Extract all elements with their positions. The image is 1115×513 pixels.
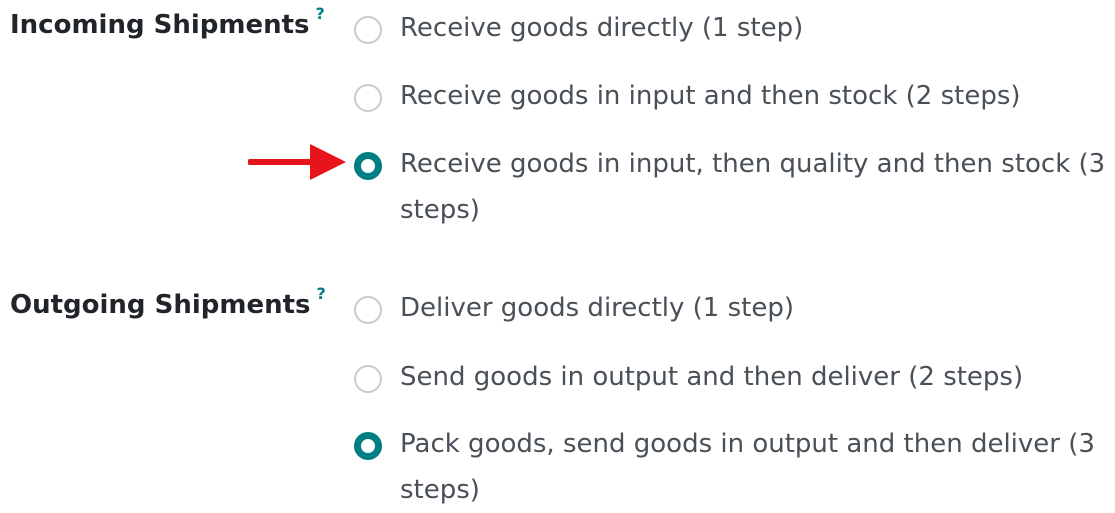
incoming-option-1-step[interactable]: Receive goods directly (1 step) — [354, 13, 1114, 51]
incoming-option-3-steps[interactable]: Receive goods in input, then quality and… — [354, 149, 1114, 233]
help-tooltip-icon[interactable]: ? — [317, 284, 326, 303]
outgoing-option-3-steps[interactable]: Pack goods, send goods in output and the… — [354, 429, 1114, 513]
radio-option-label[interactable]: Receive goods in input, then quality and… — [400, 141, 1114, 233]
incoming-option-2-steps[interactable]: Receive goods in input and then stock (2… — [354, 81, 1114, 119]
help-tooltip-icon[interactable]: ? — [316, 4, 325, 23]
radio-option-label[interactable]: Deliver goods directly (1 step) — [400, 285, 794, 331]
radio-button-checked[interactable] — [354, 432, 382, 460]
radio-button-checked[interactable] — [354, 152, 382, 180]
radio-button[interactable] — [354, 296, 382, 324]
radio-button[interactable] — [354, 365, 382, 393]
outgoing-option-2-steps[interactable]: Send goods in output and then deliver (2… — [354, 362, 1114, 400]
red-arrow-icon — [248, 144, 346, 180]
outgoing-shipments-label: Outgoing Shipments? — [10, 284, 326, 320]
radio-option-label[interactable]: Send goods in output and then deliver (2… — [400, 354, 1023, 400]
radio-option-label[interactable]: Pack goods, send goods in output and the… — [400, 421, 1114, 513]
radio-option-label[interactable]: Receive goods in input and then stock (2… — [400, 73, 1021, 119]
radio-button[interactable] — [354, 84, 382, 112]
outgoing-option-1-step[interactable]: Deliver goods directly (1 step) — [354, 293, 1114, 331]
incoming-shipments-label: Incoming Shipments? — [10, 4, 325, 40]
radio-option-label[interactable]: Receive goods directly (1 step) — [400, 5, 803, 51]
radio-button[interactable] — [354, 16, 382, 44]
